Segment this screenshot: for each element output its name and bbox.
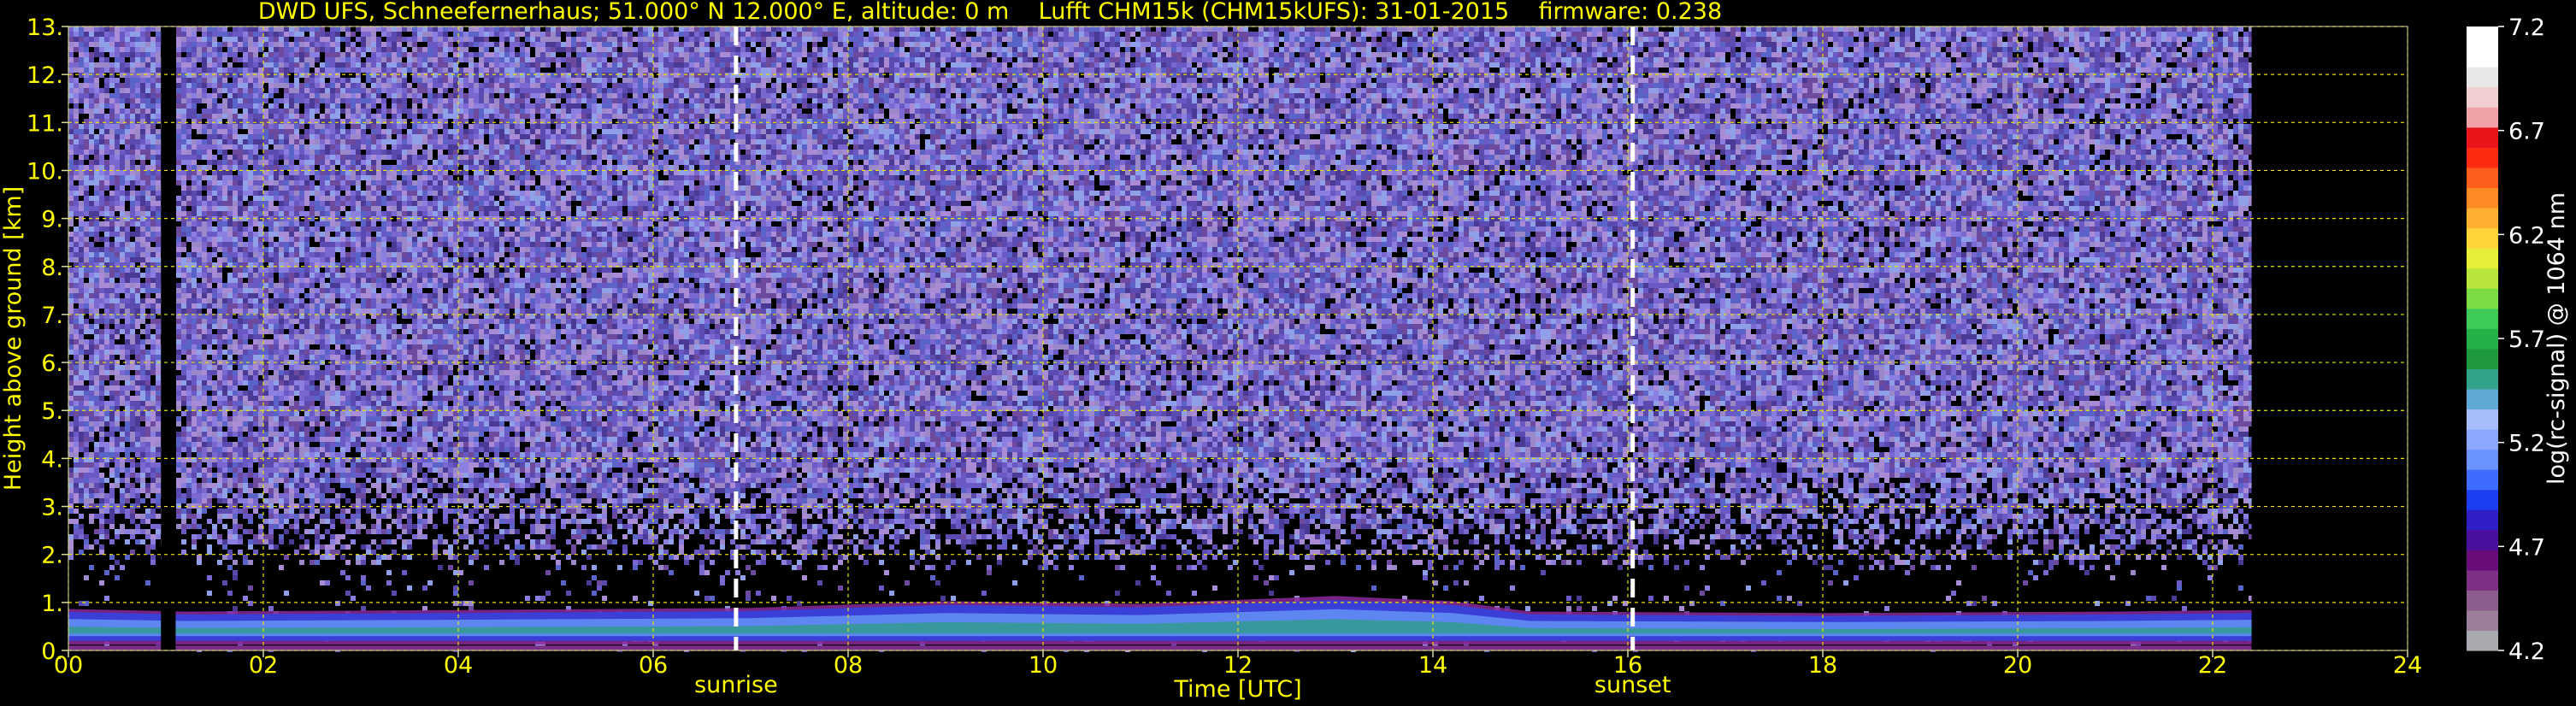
colorbar-label: log(rc-signal) @ 1064 nm: [2544, 192, 2570, 485]
colorbar-swatch: [2467, 328, 2498, 350]
colorbar-swatch: [2467, 550, 2498, 571]
x-tick-label: 08: [834, 652, 863, 679]
colorbar-swatch: [2467, 46, 2498, 68]
x-tick-label: 20: [2003, 652, 2032, 679]
colorbar-swatch: [2467, 609, 2498, 632]
y-tick-label: 6.: [41, 350, 63, 377]
colorbar-tick-label: 7.2: [2508, 15, 2545, 41]
x-tick-label: 24: [2393, 652, 2422, 679]
x-tick-label: 12: [1223, 652, 1253, 679]
colorbar-tick-label: 5.7: [2508, 327, 2545, 353]
colorbar-tick-label: 4.7: [2508, 534, 2545, 561]
colorbar-swatch: [2467, 409, 2498, 430]
y-tick-label: 11.: [27, 110, 63, 137]
colorbar-swatch: [2467, 248, 2498, 269]
colorbar-swatch: [2467, 529, 2498, 550]
colorbar-swatch: [2467, 227, 2498, 249]
x-tick-label: 22: [2198, 652, 2227, 679]
lidar-ceilometer-plot: sunrise sunset 00 02 04 06 08 10 12 14 16 18 20 22 24…: [0, 0, 2576, 706]
colorbar-swatch: [2467, 469, 2498, 491]
colorbar-swatch: [2467, 308, 2498, 329]
y-tick-label: 10.: [27, 158, 63, 185]
no-data-region: [2251, 26, 2408, 650]
colorbar-swatch: [2467, 107, 2498, 128]
colorbar-swatch: [2467, 569, 2498, 591]
x-tick-label: 10: [1029, 652, 1058, 679]
y-tick-label: 0.: [41, 638, 63, 665]
y-tick-label: 3.: [41, 495, 63, 521]
x-tick-label: 18: [1808, 652, 1837, 679]
colorbar-swatch: [2467, 509, 2498, 531]
x-tick-label: 04: [444, 652, 473, 679]
y-tick-label: 5.: [41, 398, 63, 425]
plot-area: sunrise sunset: [68, 26, 2408, 698]
x-tick-label: 06: [639, 652, 668, 679]
colorbar-swatch: [2467, 67, 2498, 88]
y-tick-label: 7.: [41, 303, 63, 329]
colorbar-swatches: [2467, 26, 2498, 651]
colorbar-swatch: [2467, 86, 2498, 108]
colorbar-swatch: [2467, 147, 2498, 168]
colorbar-swatch: [2467, 207, 2498, 229]
colorbar-swatch: [2467, 288, 2498, 309]
chart-title: DWD UFS, Schneefernerhaus; 51.000° N 12.…: [258, 0, 1722, 25]
colorbar-swatch: [2467, 449, 2498, 470]
sunrise-label: sunrise: [694, 672, 778, 698]
x-tick-label: 16: [1613, 652, 1642, 679]
colorbar-tick-label: 6.7: [2508, 119, 2545, 145]
colorbar-swatch: [2467, 428, 2498, 450]
y-tick-label: 4.: [41, 446, 63, 473]
colorbar-swatch: [2467, 268, 2498, 289]
colorbar-swatch: [2467, 26, 2498, 48]
x-axis-label: Time [UTC]: [1173, 676, 1301, 703]
y-tick-label: 8.: [41, 255, 63, 281]
colorbar-swatch: [2467, 368, 2498, 390]
colorbar-swatch: [2467, 388, 2498, 410]
colorbar-swatch: [2467, 126, 2498, 148]
y-tick-label: 9.: [41, 207, 63, 233]
y-tick-label: 2.: [41, 543, 63, 569]
colorbar-tick-label: 6.2: [2508, 222, 2545, 249]
colorbar-swatch: [2467, 590, 2498, 611]
colorbar-swatch: [2467, 630, 2498, 651]
y-tick-label: 1.: [41, 591, 63, 617]
colorbar-swatch: [2467, 348, 2498, 369]
data-gap: [161, 26, 176, 650]
colorbar-tick-label: 5.2: [2508, 431, 2545, 457]
colorbar-swatch: [2467, 489, 2498, 510]
colorbar-swatch: [2467, 167, 2498, 188]
y-axis-label: Height above ground [km]: [0, 186, 27, 491]
y-tick-label: 12.: [27, 62, 63, 89]
x-tick-label: 02: [249, 652, 278, 679]
x-tick-label: 14: [1418, 652, 1447, 679]
colorbar-swatch: [2467, 187, 2498, 209]
y-tick-label: 13.: [27, 15, 63, 41]
near-ground-signal: [68, 645, 2252, 650]
colorbar-tick-label: 4.2: [2508, 638, 2545, 665]
